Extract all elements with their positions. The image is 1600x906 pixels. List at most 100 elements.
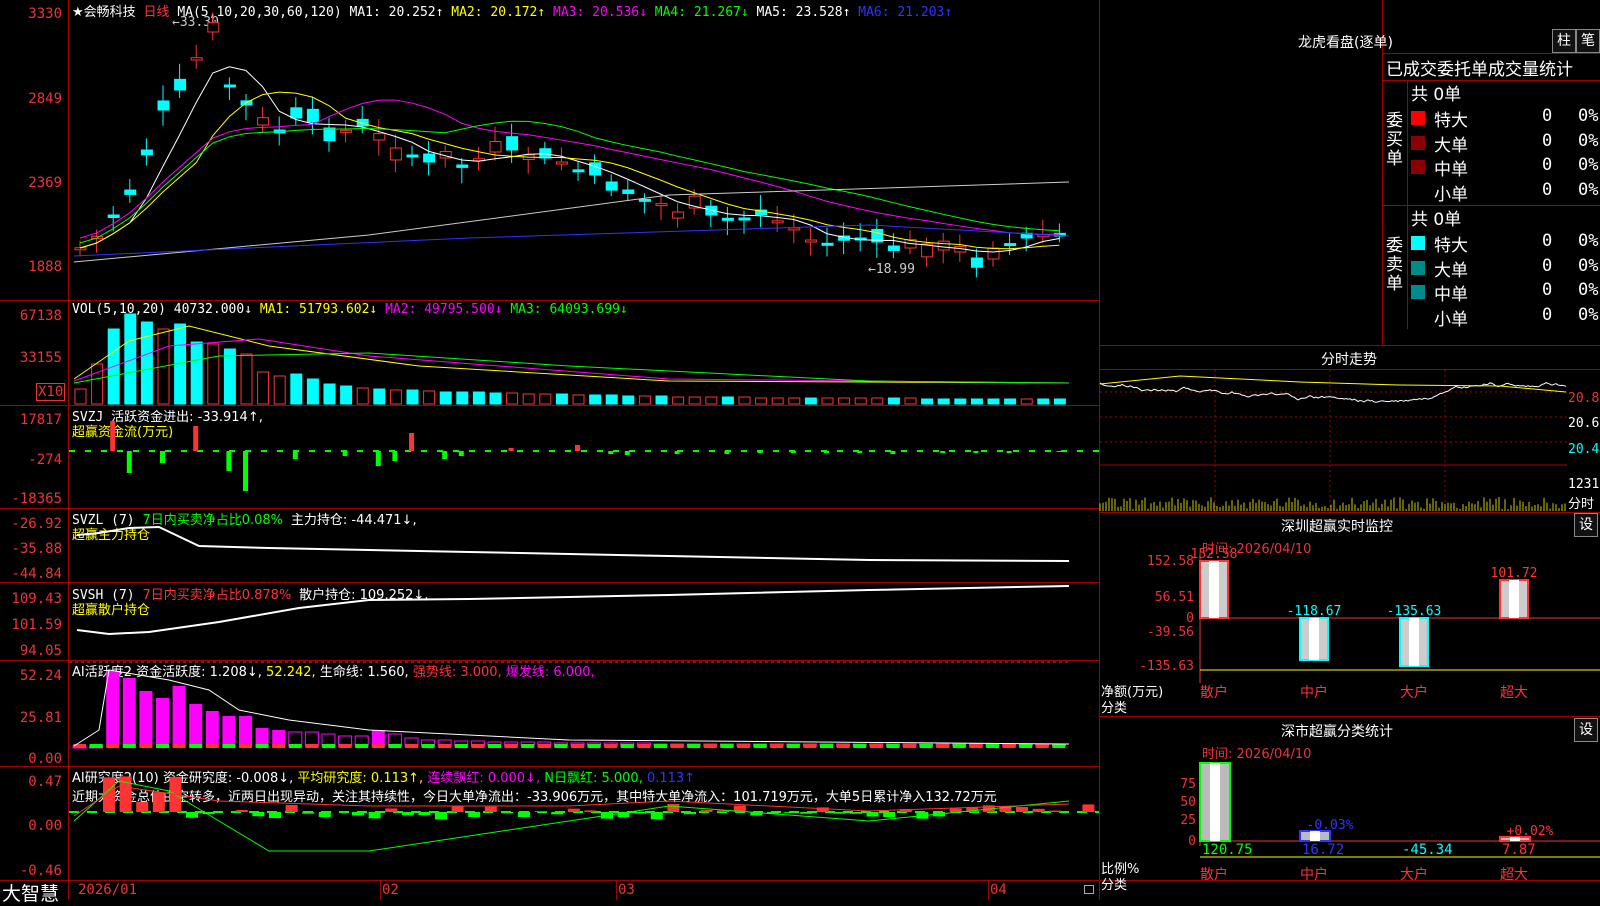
activity-base-mark bbox=[189, 744, 202, 748]
candle bbox=[722, 218, 733, 220]
volume-bar bbox=[905, 398, 916, 404]
buy-m-count: 0 bbox=[1542, 155, 1552, 175]
date-jan: 2026/01 bbox=[78, 882, 137, 898]
activity-base-mark bbox=[305, 744, 318, 748]
activity-base-mark bbox=[372, 744, 385, 748]
research-bar bbox=[883, 812, 895, 817]
activity-bar bbox=[239, 716, 252, 746]
vol-ylabel-2: 33155 bbox=[0, 350, 62, 366]
svzl-ylabel-1: -26.92 bbox=[0, 516, 62, 532]
trade-stat-tabs[interactable]: 已成交委托单成交量统计 bbox=[1386, 55, 1573, 80]
bar-view-button[interactable]: 柱 bbox=[1552, 29, 1576, 53]
candle bbox=[175, 79, 186, 90]
svzj-bar bbox=[409, 433, 414, 451]
research-bar bbox=[518, 812, 530, 817]
activity-base-mark bbox=[322, 744, 335, 748]
candle bbox=[623, 190, 634, 193]
svzj-bar bbox=[1056, 451, 1061, 452]
buy-s-label: 小单 bbox=[1434, 180, 1468, 205]
candle bbox=[224, 85, 235, 87]
svzj-bar bbox=[824, 451, 829, 453]
candle bbox=[772, 221, 783, 223]
activity-base-mark bbox=[986, 744, 999, 748]
candle bbox=[158, 101, 169, 110]
activity-bar bbox=[123, 678, 136, 746]
buy-l-swatch bbox=[1411, 136, 1425, 150]
ai-activity-chart[interactable] bbox=[69, 660, 1099, 766]
activity-base-mark bbox=[588, 744, 601, 748]
candle bbox=[1005, 244, 1016, 246]
dragon-tiger-title: 龙虎看盘(逐单) bbox=[1298, 32, 1393, 52]
tick-view-button[interactable]: 笔 bbox=[1576, 29, 1600, 53]
volume-chart[interactable] bbox=[69, 301, 1099, 405]
ai1-ylabel-1: 52.24 bbox=[0, 668, 62, 684]
activity-base-mark bbox=[803, 744, 816, 748]
sell-l-pct: 0% bbox=[1578, 256, 1598, 276]
candle bbox=[656, 204, 667, 206]
buy-xl-swatch bbox=[1411, 111, 1425, 125]
volume-bar bbox=[805, 398, 816, 404]
volume-bar bbox=[490, 393, 501, 404]
vol-unit-badge: X10 bbox=[36, 383, 65, 401]
candle bbox=[639, 199, 650, 201]
volume-bar bbox=[191, 342, 202, 404]
intraday-ylabel-2: 20.65 bbox=[1568, 416, 1600, 431]
candle bbox=[208, 23, 219, 32]
monitor-ytick: 56.51 bbox=[1155, 590, 1194, 605]
intraday-unit: 分时 bbox=[1568, 493, 1594, 512]
volume-bar bbox=[274, 376, 285, 404]
activity-base-mark bbox=[920, 744, 933, 748]
activity-base-mark bbox=[272, 744, 285, 748]
activity-bar bbox=[156, 698, 169, 746]
activity-base-mark bbox=[289, 744, 302, 748]
research-bar bbox=[153, 792, 165, 812]
candle bbox=[374, 134, 385, 140]
activity-base-mark bbox=[720, 744, 733, 748]
research-bar bbox=[269, 812, 281, 818]
activity-base-mark bbox=[239, 744, 252, 748]
activity-bar bbox=[206, 711, 219, 746]
volume-bar bbox=[473, 392, 484, 404]
svzj-chart[interactable] bbox=[69, 405, 1099, 508]
activity-base-mark bbox=[355, 744, 368, 748]
vol-ma2-line bbox=[74, 339, 1069, 383]
svzl-chart[interactable] bbox=[69, 508, 1099, 582]
kline-chart[interactable] bbox=[69, 0, 1099, 300]
stat-chart[interactable]: 7550250120.75散户-0.03%16.72中户-45.34大户+0.0… bbox=[1100, 716, 1600, 900]
lock-icon[interactable] bbox=[1084, 885, 1094, 894]
svzj-ylabel-2: -274 bbox=[0, 452, 62, 468]
candle bbox=[938, 241, 949, 250]
ai1-ylabel-3: 0.00 bbox=[0, 751, 62, 767]
activity-base-mark bbox=[422, 744, 435, 748]
monitor-bar-label: -118.67 bbox=[1287, 604, 1342, 619]
research-bar bbox=[236, 810, 248, 812]
monitor-bar-highlight bbox=[1309, 618, 1319, 660]
intraday-ylabel-1: 20.83 bbox=[1568, 391, 1600, 406]
sell-m-count: 0 bbox=[1542, 280, 1552, 300]
research-bar bbox=[319, 812, 331, 817]
svzj-bar bbox=[509, 448, 514, 451]
volume-bar bbox=[75, 389, 86, 404]
candle bbox=[125, 190, 136, 194]
date-feb: 02 bbox=[382, 882, 399, 898]
candle bbox=[490, 142, 501, 152]
research-bar bbox=[584, 810, 596, 812]
monitor-bar-highlight bbox=[1209, 561, 1219, 618]
research-bar bbox=[784, 812, 796, 813]
svsh-chart[interactable] bbox=[69, 582, 1099, 660]
intraday-chart[interactable] bbox=[1100, 370, 1567, 511]
buy-m-swatch bbox=[1411, 160, 1425, 174]
research-bar bbox=[468, 812, 480, 817]
research-bar bbox=[435, 812, 447, 820]
rt-vline-sell bbox=[1407, 205, 1408, 329]
ai-research-chart[interactable] bbox=[69, 766, 1099, 880]
candle bbox=[673, 212, 684, 218]
activity-base-mark bbox=[106, 744, 119, 748]
activity-base-mark bbox=[256, 744, 269, 748]
monitor-chart[interactable]: 152.5856.510-39.56-135.63152.58散户-118.67… bbox=[1100, 513, 1600, 713]
activity-base-mark bbox=[538, 744, 551, 748]
volume-bar bbox=[706, 397, 717, 404]
kline-ylabel-3: 2369 bbox=[0, 175, 62, 191]
buy-m-label: 中单 bbox=[1434, 155, 1468, 180]
activity-base-mark bbox=[455, 744, 468, 748]
